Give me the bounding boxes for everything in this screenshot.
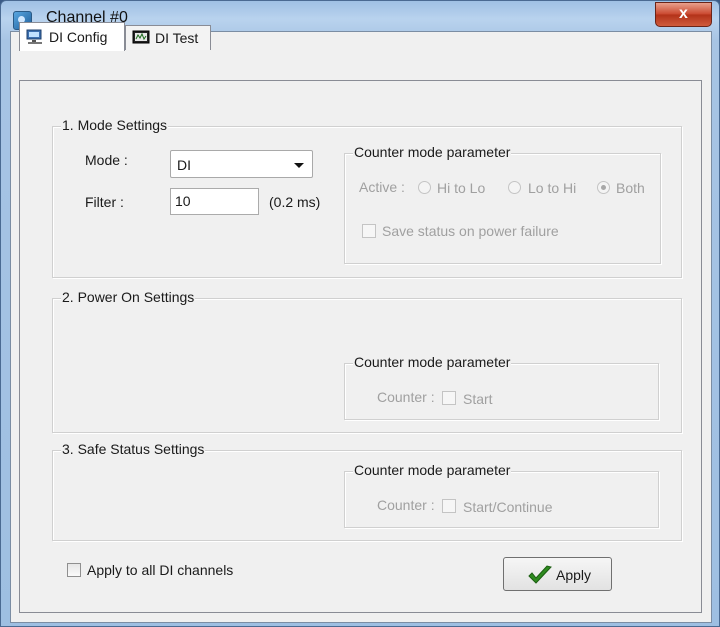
- mode-label: Mode :: [85, 152, 128, 168]
- tab-label: DI Test: [155, 30, 199, 46]
- radio-both-label: Both: [616, 180, 645, 196]
- tab-di-config[interactable]: DI Config: [19, 22, 125, 51]
- chevron-down-icon: [294, 163, 304, 168]
- monitor-icon: [132, 30, 150, 46]
- group-title: 2. Power On Settings: [61, 289, 196, 305]
- network-config-icon: [26, 29, 44, 45]
- radio-lo-to-hi[interactable]: [508, 181, 521, 194]
- radio-hi-to-lo-label: Hi to Lo: [437, 180, 486, 196]
- counter-params-group-1: Counter mode parameter: [344, 144, 661, 264]
- tab-label: DI Config: [49, 29, 108, 45]
- active-label: Active :: [359, 179, 405, 195]
- mode-select-value: DI: [177, 157, 191, 173]
- start-continue-label: Start/Continue: [463, 499, 553, 515]
- apply-all-label: Apply to all DI channels: [87, 562, 234, 578]
- mode-select[interactable]: DI: [170, 150, 313, 178]
- group-title: 3. Safe Status Settings: [61, 441, 206, 457]
- save-status-checkbox[interactable]: [362, 224, 376, 238]
- counter-label: Counter :: [377, 389, 435, 405]
- group-title: Counter mode parameter: [353, 462, 512, 478]
- filter-input[interactable]: 10: [170, 188, 259, 215]
- group-title: Counter mode parameter: [353, 354, 512, 370]
- start-label: Start: [463, 391, 493, 407]
- radio-both[interactable]: [597, 181, 610, 194]
- start-continue-checkbox[interactable]: [442, 499, 456, 513]
- group-title: 1. Mode Settings: [61, 117, 169, 133]
- group-title: Counter mode parameter: [353, 144, 512, 160]
- checkmark-icon: [526, 564, 554, 586]
- save-status-label: Save status on power failure: [382, 223, 559, 239]
- close-button[interactable]: x: [655, 2, 712, 27]
- apply-button-label: Apply: [556, 567, 592, 583]
- apply-all-checkbox[interactable]: [67, 563, 81, 577]
- radio-hi-to-lo[interactable]: [418, 181, 431, 194]
- tab-di-test[interactable]: DI Test: [125, 25, 211, 50]
- counter-label: Counter :: [377, 497, 435, 513]
- filter-unit: (0.2 ms): [269, 194, 321, 210]
- radio-lo-to-hi-label: Lo to Hi: [528, 180, 577, 196]
- dialog-window: Channel #0 x DI Config DI Test 1. Mode S…: [0, 0, 720, 627]
- start-checkbox[interactable]: [442, 391, 456, 405]
- close-icon: x: [679, 5, 688, 22]
- filter-label: Filter :: [85, 194, 124, 210]
- apply-button[interactable]: Apply: [503, 557, 612, 591]
